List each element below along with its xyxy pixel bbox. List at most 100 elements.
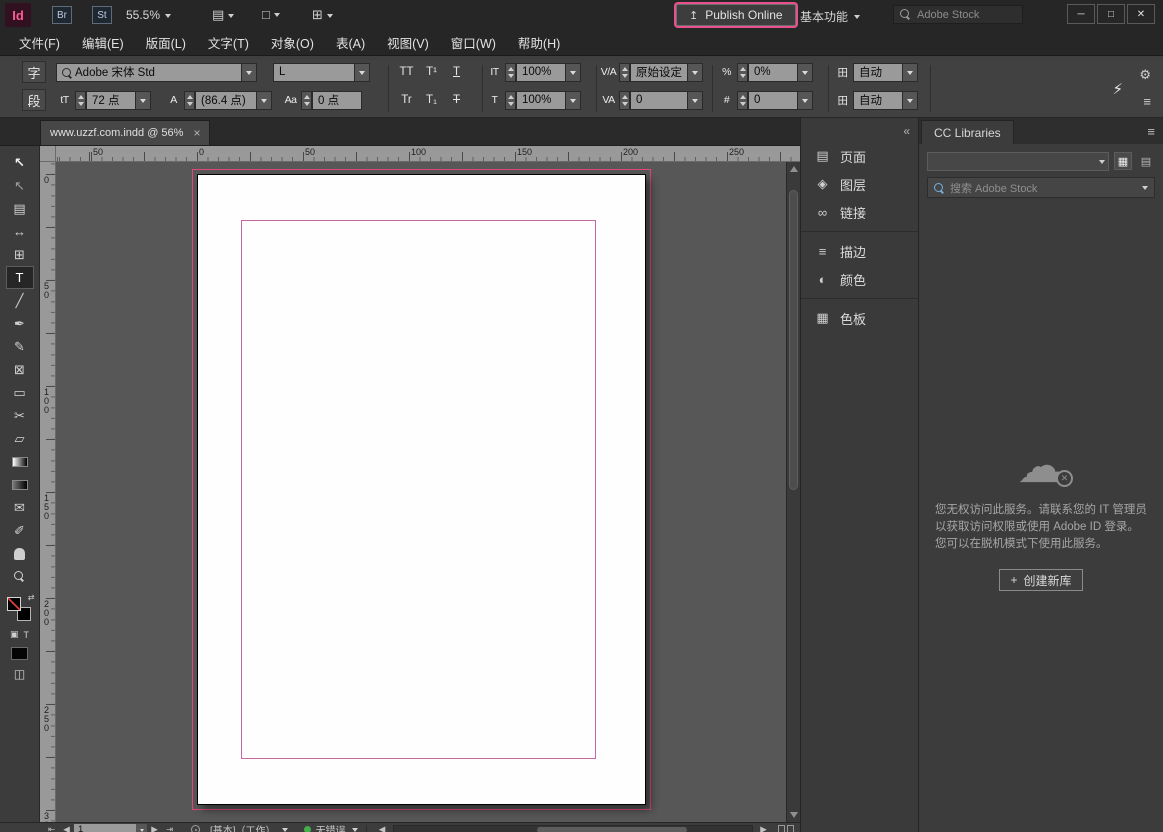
font-size-dropdown[interactable] [136, 91, 151, 110]
chevron-down-icon[interactable] [352, 828, 358, 832]
horizontal-scrollbar[interactable] [393, 825, 753, 832]
split-layout-button[interactable] [778, 825, 794, 832]
scroll-right-icon[interactable]: ▶ [756, 824, 771, 832]
scroll-up-icon[interactable] [790, 166, 798, 172]
line-tool[interactable]: ╱ [6, 289, 34, 312]
vertical-scale-input[interactable]: 100% [516, 63, 566, 82]
zoom-tool[interactable] [6, 565, 34, 588]
grid-view-button[interactable]: ▦ [1114, 152, 1132, 170]
content-collector-tool[interactable]: ⊞ [6, 243, 34, 266]
menu-edit[interactable]: 编辑(E) [71, 30, 135, 55]
cc-libraries-tab[interactable]: CC Libraries [921, 120, 1014, 144]
maximize-button[interactable]: □ [1097, 4, 1125, 24]
font-family-dropdown[interactable] [242, 63, 257, 82]
kerning-dropdown[interactable] [688, 63, 703, 82]
note-tool[interactable]: ✉ [6, 496, 34, 519]
panel-menu-icon[interactable]: ≡ [1143, 94, 1151, 109]
grid-chars-input[interactable]: 0 [748, 91, 798, 110]
vertical-scrollbar-thumb[interactable] [789, 190, 798, 490]
view-options-dropdown[interactable]: ▤ [212, 7, 234, 23]
font-size-stepper[interactable] [75, 91, 86, 110]
chevron-down-icon[interactable] [1142, 186, 1148, 193]
gap-tool[interactable]: ↔ [6, 220, 34, 243]
vertical-scale-dropdown[interactable] [566, 63, 581, 82]
vertical-ruler[interactable]: 0 50 100 150 200 250 300 [40, 162, 56, 822]
character-formatting-toggle[interactable]: 字 [22, 61, 46, 83]
proportional-spacing-dropdown[interactable] [798, 63, 813, 82]
small-caps-button[interactable]: Tr [394, 90, 419, 111]
dock-item-layers[interactable]: ◈ 图层 [801, 170, 918, 198]
rectangle-tool[interactable]: ▭ [6, 381, 34, 404]
page-number-dropdown[interactable] [136, 824, 147, 832]
tracking-input[interactable]: 0 [630, 91, 688, 110]
horizontal-scale-stepper[interactable] [505, 91, 516, 110]
arrange-documents-dropdown[interactable]: ⊞ [312, 7, 333, 23]
kerning-input[interactable]: 原始设定 [630, 63, 688, 82]
horizontal-ruler[interactable]: 50 0 50 100 150 200 250 [56, 146, 800, 162]
menu-layout[interactable]: 版面(L) [135, 30, 197, 55]
next-page-button[interactable]: ▶ [147, 824, 162, 832]
gear-icon[interactable]: ⚙ [1139, 67, 1151, 83]
apply-color-button[interactable] [11, 647, 28, 660]
grid-chars-dropdown[interactable] [798, 91, 813, 110]
close-tab-icon[interactable]: × [193, 126, 200, 140]
baseline-shift-input[interactable]: 0 点 [312, 91, 362, 110]
first-page-button[interactable]: ⇤ [44, 824, 59, 832]
menu-type[interactable]: 文字(T) [197, 30, 260, 55]
kerning-stepper[interactable] [619, 63, 630, 82]
font-family-input[interactable]: Adobe 宋体 Std [56, 63, 242, 82]
eyedropper-tool[interactable]: ✐ [6, 519, 34, 542]
rectangle-frame-tool[interactable]: ⊠ [6, 358, 34, 381]
document-page[interactable] [197, 174, 646, 805]
leading-dropdown[interactable] [257, 91, 272, 110]
menu-window[interactable]: 窗口(W) [440, 30, 507, 55]
scroll-down-icon[interactable] [790, 812, 798, 818]
menu-table[interactable]: 表(A) [325, 30, 376, 55]
swap-fill-stroke-icon[interactable]: ⇄ [28, 593, 35, 602]
adobe-stock-search-input[interactable]: Adobe Stock [893, 5, 1023, 24]
menu-help[interactable]: 帮助(H) [507, 30, 571, 55]
list-view-button[interactable]: ▤ [1137, 152, 1155, 170]
proportional-spacing-input[interactable]: 0% [748, 63, 798, 82]
scroll-left-icon[interactable]: ◀ [375, 824, 390, 832]
tracking-stepper[interactable] [619, 91, 630, 110]
close-button[interactable]: ✕ [1127, 4, 1155, 24]
dock-item-swatches[interactable]: ▦ 色板 [801, 304, 918, 332]
grid-chars-stepper[interactable] [737, 91, 748, 110]
bridge-button[interactable]: Br [52, 6, 72, 24]
fill-color-chip[interactable] [7, 597, 21, 611]
all-caps-button[interactable]: TT [394, 62, 419, 83]
vertical-scrollbar[interactable] [786, 162, 800, 822]
workspace-switcher[interactable]: 基本功能 [800, 8, 860, 25]
baseline-shift-stepper[interactable] [301, 91, 312, 110]
pencil-tool[interactable]: ✎ [6, 335, 34, 358]
pen-tool[interactable]: ✒ [6, 312, 34, 335]
library-search-input[interactable]: 搜索 Adobe Stock [927, 177, 1155, 198]
error-status-label[interactable]: 无错误 [316, 822, 346, 832]
pasteboard[interactable] [56, 162, 786, 822]
last-page-button[interactable]: ⇥ [162, 824, 177, 832]
strikethrough-button[interactable]: T [444, 90, 469, 111]
vertical-scale-stepper[interactable] [505, 63, 516, 82]
stock-button[interactable]: St [92, 6, 112, 24]
formatting-affects-container-icon[interactable]: ▣ [10, 629, 19, 640]
leading-input[interactable]: (86.4 点) [195, 91, 257, 110]
menu-object[interactable]: 对象(O) [260, 30, 325, 55]
type-tool[interactable]: T [6, 266, 34, 289]
grid-mode-dropdown-1[interactable] [903, 63, 918, 82]
previous-page-button[interactable]: ◀ [59, 824, 74, 832]
fill-stroke-controls[interactable]: ⇄ [7, 597, 33, 624]
grid-mode-input-1[interactable]: 自动 [853, 63, 903, 82]
font-style-dropdown[interactable] [355, 63, 370, 82]
free-transform-tool[interactable]: ▱ [6, 427, 34, 450]
subscript-button[interactable]: T₁ [419, 90, 444, 111]
horizontal-scale-input[interactable]: 100% [516, 91, 566, 110]
minimize-button[interactable]: ─ [1067, 4, 1095, 24]
preflight-profile[interactable]: [基本]（工作） [210, 822, 276, 832]
font-size-input[interactable]: 72 点 [86, 91, 136, 110]
dock-item-stroke[interactable]: ≡ 描边 [801, 237, 918, 265]
page-tool[interactable]: ▤ [6, 197, 34, 220]
grid-mode-dropdown-2[interactable] [903, 91, 918, 110]
quick-apply-icon[interactable]: ⚡ [1112, 80, 1123, 98]
dock-item-color[interactable]: ◐ 颜色 [801, 265, 918, 293]
